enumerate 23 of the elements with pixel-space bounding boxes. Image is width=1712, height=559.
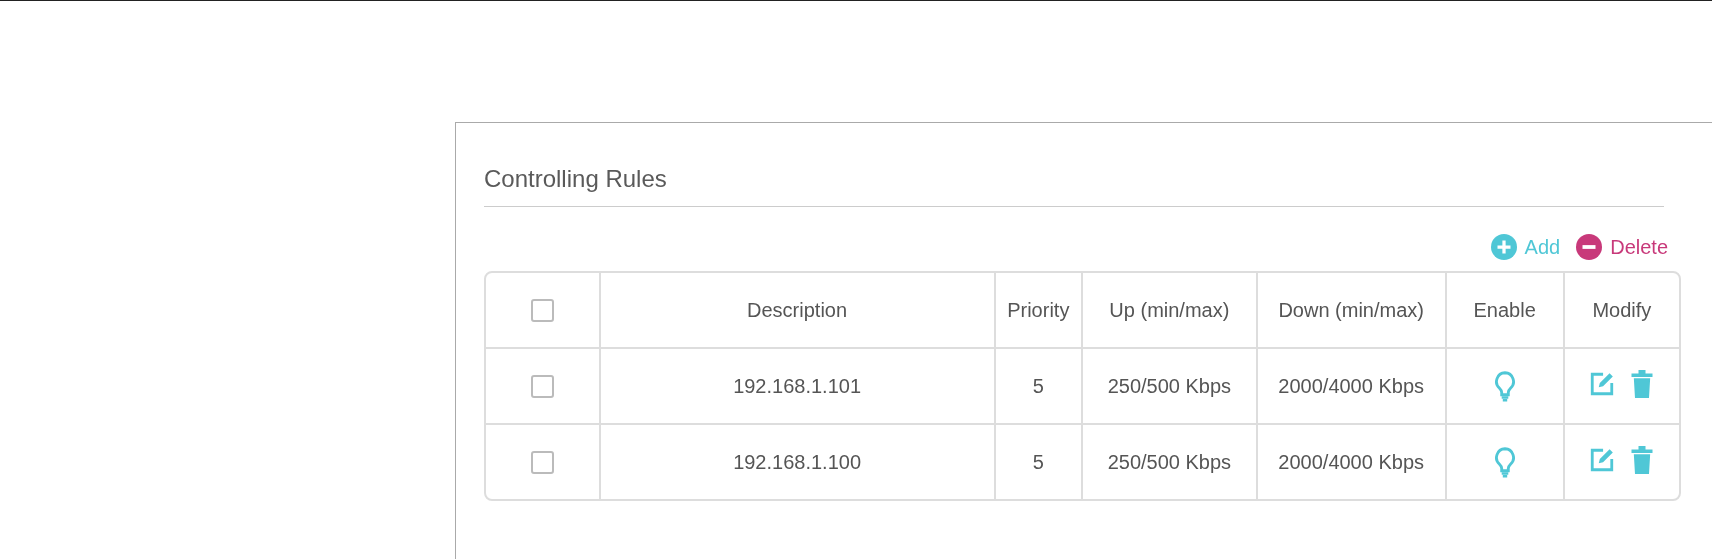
plus-circle-icon <box>1490 234 1517 260</box>
table-cell: 250/500 Kbps <box>1080 347 1256 423</box>
column-header: Up (min/max) <box>1080 273 1256 347</box>
table-cell: 192.168.1.100 <box>598 423 994 499</box>
bulb-icon[interactable] <box>1493 446 1516 478</box>
row-checkbox[interactable] <box>530 375 554 399</box>
delete-link[interactable]: Delete <box>1576 234 1668 260</box>
column-header: Modify <box>1562 273 1679 347</box>
table-cell: 2000/4000 Kbps <box>1255 423 1445 499</box>
table-cell: 2000/4000 Kbps <box>1255 347 1445 423</box>
column-header: Enable <box>1444 273 1563 347</box>
section-title: Controlling Rules <box>484 164 668 194</box>
table-cell: 5 <box>993 347 1081 423</box>
minus-circle-icon <box>1576 234 1603 260</box>
table-cell: 192.168.1.101 <box>598 347 994 423</box>
column-header: Priority <box>993 273 1081 347</box>
select-all-checkbox[interactable] <box>530 299 554 323</box>
column-header: Description <box>598 273 994 347</box>
bulb-icon[interactable] <box>1493 370 1516 402</box>
table-cell: 5 <box>993 423 1081 499</box>
table-cell: 250/500 Kbps <box>1080 423 1256 499</box>
column-header: Down (min/max) <box>1255 273 1445 347</box>
row-checkbox[interactable] <box>530 451 554 475</box>
